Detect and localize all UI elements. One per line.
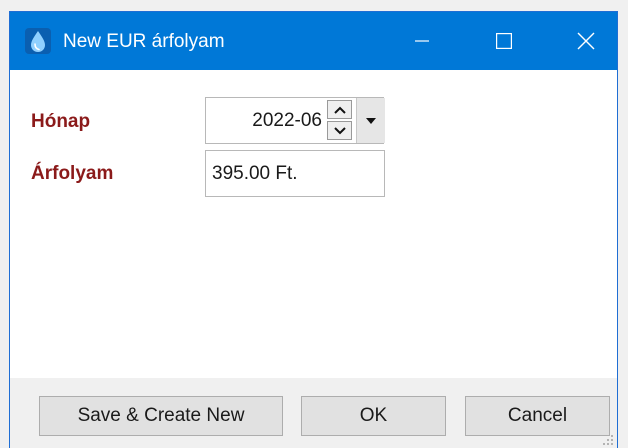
spin-down-button[interactable] bbox=[327, 121, 352, 140]
month-dropdown-button[interactable] bbox=[356, 98, 385, 143]
chevron-down-icon bbox=[333, 126, 346, 134]
month-value[interactable]: 2022-06 bbox=[206, 98, 322, 143]
spin-up-button[interactable] bbox=[327, 100, 352, 119]
water-drop-icon bbox=[25, 28, 51, 54]
dropdown-arrow-icon bbox=[366, 117, 376, 124]
ok-button[interactable]: OK bbox=[301, 396, 446, 436]
form-area: Hónap 2022-06 Árfolyam 395.00 Ft. bbox=[10, 70, 617, 378]
save-and-create-new-button[interactable]: Save & Create New bbox=[39, 396, 283, 436]
dialog-window: New EUR árfolyam Hónap 2022-06 Árfolyam … bbox=[9, 11, 618, 448]
month-spinner bbox=[327, 100, 352, 141]
close-icon bbox=[577, 32, 595, 50]
cancel-button[interactable]: Cancel bbox=[465, 396, 610, 436]
maximize-button[interactable] bbox=[468, 12, 540, 70]
minimize-button[interactable] bbox=[386, 12, 458, 70]
month-label: Hónap bbox=[31, 111, 91, 132]
rate-label: Árfolyam bbox=[31, 163, 114, 184]
maximize-icon bbox=[496, 33, 512, 49]
title-bar[interactable]: New EUR árfolyam bbox=[10, 12, 617, 70]
window-title: New EUR árfolyam bbox=[63, 31, 225, 52]
chevron-up-icon bbox=[333, 106, 346, 114]
rate-input[interactable] bbox=[205, 150, 385, 197]
minimize-icon bbox=[415, 40, 429, 42]
close-button[interactable] bbox=[550, 12, 617, 70]
month-picker[interactable]: 2022-06 bbox=[205, 97, 385, 144]
resize-grip-icon[interactable] bbox=[602, 434, 614, 446]
button-bar: Save & Create New OK Cancel bbox=[10, 378, 617, 448]
